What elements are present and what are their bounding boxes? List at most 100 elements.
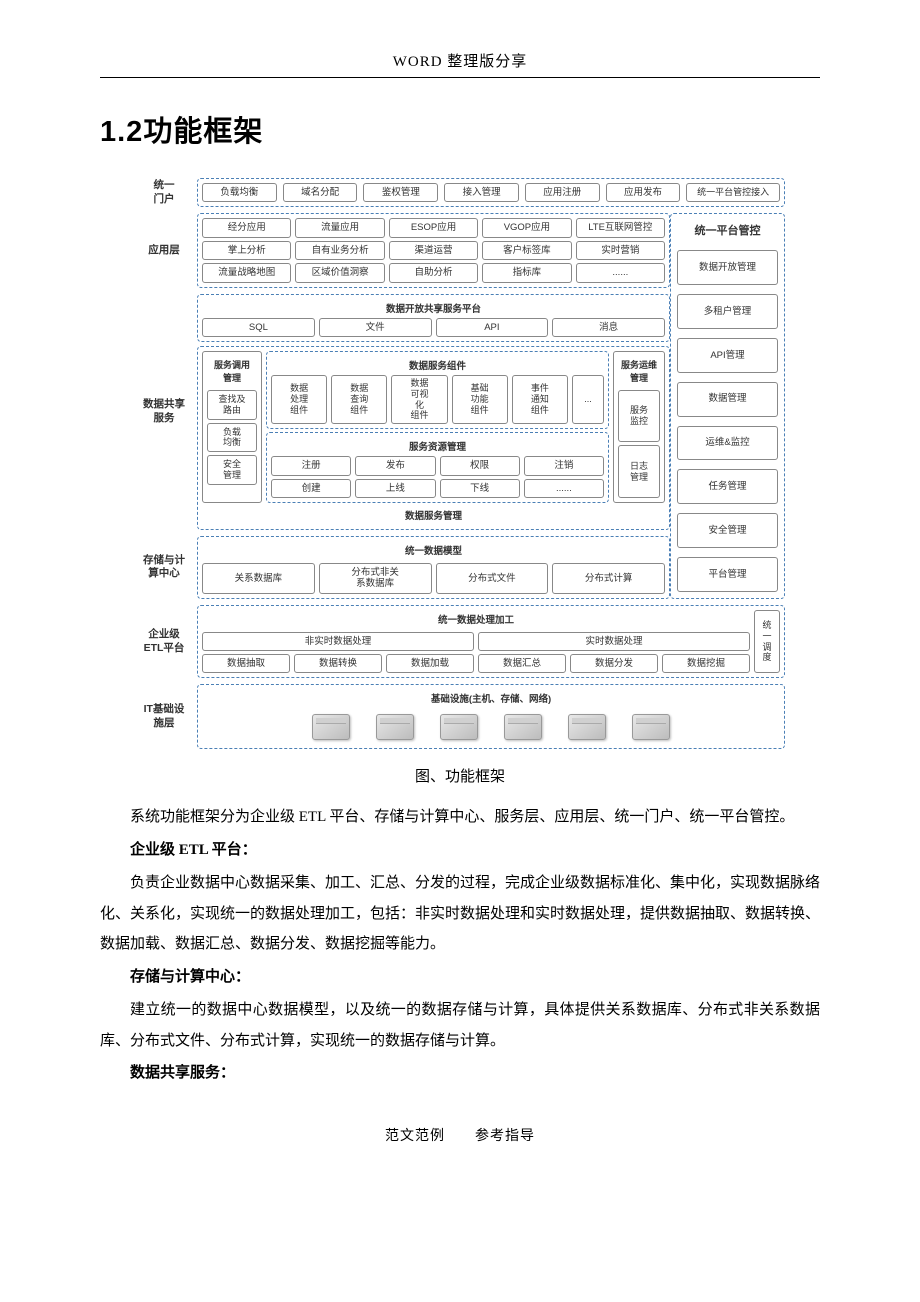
portal-item: 应用注册 — [525, 183, 600, 202]
app-item: 掌上分析 — [202, 241, 291, 260]
open-platform-item: 消息 — [552, 318, 665, 337]
paragraph: 负责企业数据中心数据采集、加工、汇总、分发的过程，完成企业级数据标准化、集中化，… — [100, 868, 820, 960]
svc-mgmt-title: 数据服务管理 — [202, 506, 665, 525]
app-item: 区域价值洞察 — [295, 263, 384, 282]
open-platform-title: 数据开放共享服务平台 — [202, 299, 665, 318]
layer-label-share: 数据共享 服务 — [135, 294, 197, 530]
layer-label-storage: 存储与计 算中心 — [135, 536, 197, 599]
server-icon — [440, 714, 478, 740]
svc-comp-item: 数据 查询 组件 — [331, 375, 387, 424]
etl-item: 数据挖掘 — [662, 654, 750, 673]
figure-caption: 图、功能框架 — [100, 765, 820, 786]
svc-res-title: 服务资源管理 — [271, 437, 604, 456]
etl-item: 非实时数据处理 — [202, 632, 474, 651]
portal-item: 统一平台管控接入 — [686, 183, 780, 202]
it-title: 基础设施(主机、存储、网络) — [431, 689, 551, 708]
portal-item: 域名分配 — [283, 183, 358, 202]
portal-item: 接入管理 — [444, 183, 519, 202]
svc-res-item: 上线 — [355, 479, 435, 498]
svc-comp-item: 数据 可视 化 组件 — [391, 375, 447, 424]
svc-ops-title: 服务运维 管理 — [618, 356, 660, 387]
page-footer: 范文范例 参考指导 — [100, 1125, 820, 1145]
right-panel: 统一平台管控 数据开放管理 多租户管理 API管理 数据管理 运维&监控 任务管… — [670, 213, 785, 598]
etl-side: 统 一 调 度 — [754, 610, 780, 674]
svc-res-item: 权限 — [440, 456, 520, 475]
app-item: VGOP应用 — [482, 218, 571, 237]
app-item: LTE互联网管控 — [576, 218, 665, 237]
etl-item: 数据加载 — [386, 654, 474, 673]
storage-item: 关系数据库 — [202, 563, 315, 594]
right-panel-item: 数据开放管理 — [677, 250, 778, 285]
etl-item: 数据分发 — [570, 654, 658, 673]
app-item: ...... — [576, 263, 665, 282]
app-item: 流量应用 — [295, 218, 384, 237]
right-panel-item: 平台管理 — [677, 557, 778, 592]
section-title: 1.2功能框架 — [100, 108, 820, 150]
right-panel-item: 运维&监控 — [677, 426, 778, 461]
svc-comp-title: 数据服务组件 — [271, 356, 604, 375]
right-panel-item: API管理 — [677, 338, 778, 373]
svc-call-item: 负载 均衡 — [207, 423, 257, 453]
svc-res-item: 下线 — [440, 479, 520, 498]
sub-heading: 数据共享服务： — [100, 1058, 820, 1089]
paragraph: 系统功能框架分为企业级 ETL 平台、存储与计算中心、服务层、应用层、统一门户、… — [100, 802, 820, 833]
open-platform-item: SQL — [202, 318, 315, 337]
server-icon — [568, 714, 606, 740]
svc-res-item: 发布 — [355, 456, 435, 475]
app-item: 渠道运营 — [389, 241, 478, 260]
svc-comp-item: ... — [572, 375, 604, 424]
svc-comp-item: 事件 通知 组件 — [512, 375, 568, 424]
right-panel-item: 多租户管理 — [677, 294, 778, 329]
section-number: 1.2 — [100, 116, 143, 148]
right-panel-title: 统一平台管控 — [677, 220, 778, 241]
right-panel-item: 数据管理 — [677, 382, 778, 417]
svc-res-item: ...... — [524, 479, 604, 498]
app-item: ESOP应用 — [389, 218, 478, 237]
storage-item: 分布式计算 — [552, 563, 665, 594]
portal-item: 鉴权管理 — [363, 183, 438, 202]
server-icon — [376, 714, 414, 740]
layer-label-etl: 企业级 ETL平台 — [135, 605, 197, 679]
layer-label-app: 应用层 — [135, 213, 197, 287]
app-item: 经分应用 — [202, 218, 291, 237]
etl-item: 数据汇总 — [478, 654, 566, 673]
app-item: 流量战略地图 — [202, 263, 291, 282]
portal-item: 负载均衡 — [202, 183, 277, 202]
svc-ops-item: 日志 管理 — [618, 445, 660, 497]
app-item: 自有业务分析 — [295, 241, 384, 260]
portal-item: 应用发布 — [606, 183, 681, 202]
sub-heading: 存储与计算中心： — [100, 962, 820, 993]
storage-title: 统一数据模型 — [202, 541, 665, 560]
svc-call-item: 查找及 路由 — [207, 390, 257, 420]
server-icon — [632, 714, 670, 740]
svc-comp-item: 基础 功能 组件 — [452, 375, 508, 424]
open-platform-item: 文件 — [319, 318, 432, 337]
right-panel-item: 安全管理 — [677, 513, 778, 548]
etl-item: 实时数据处理 — [478, 632, 750, 651]
svc-comp-item: 数据 处理 组件 — [271, 375, 327, 424]
storage-item: 分布式文件 — [436, 563, 549, 594]
svc-call-item: 安全 管理 — [207, 455, 257, 485]
etl-title: 统一数据处理加工 — [202, 610, 750, 629]
layer-label-it: IT基础设 施层 — [135, 684, 197, 749]
svc-res-item: 创建 — [271, 479, 351, 498]
paragraph: 建立统一的数据中心数据模型，以及统一的数据存储与计算，具体提供关系数据库、分布式… — [100, 995, 820, 1057]
open-platform-item: API — [436, 318, 549, 337]
server-icon — [504, 714, 542, 740]
svc-call-title: 服务调用 管理 — [207, 356, 257, 387]
svc-ops-item: 服务 监控 — [618, 390, 660, 442]
etl-item: 数据抽取 — [202, 654, 290, 673]
app-item: 实时营销 — [576, 241, 665, 260]
sub-heading: 企业级 ETL 平台： — [100, 835, 820, 866]
etl-item: 数据转换 — [294, 654, 382, 673]
app-item: 自助分析 — [389, 263, 478, 282]
page-header: WORD 整理版分享 — [100, 50, 820, 78]
right-panel-item: 任务管理 — [677, 469, 778, 504]
server-icon — [312, 714, 350, 740]
app-item: 客户标签库 — [482, 241, 571, 260]
svc-res-item: 注册 — [271, 456, 351, 475]
body-text: 系统功能框架分为企业级 ETL 平台、存储与计算中心、服务层、应用层、统一门户、… — [100, 802, 820, 1089]
app-item: 指标库 — [482, 263, 571, 282]
layer-label-portal: 统一 门户 — [135, 178, 197, 207]
storage-item: 分布式非关 系数据库 — [319, 563, 432, 594]
